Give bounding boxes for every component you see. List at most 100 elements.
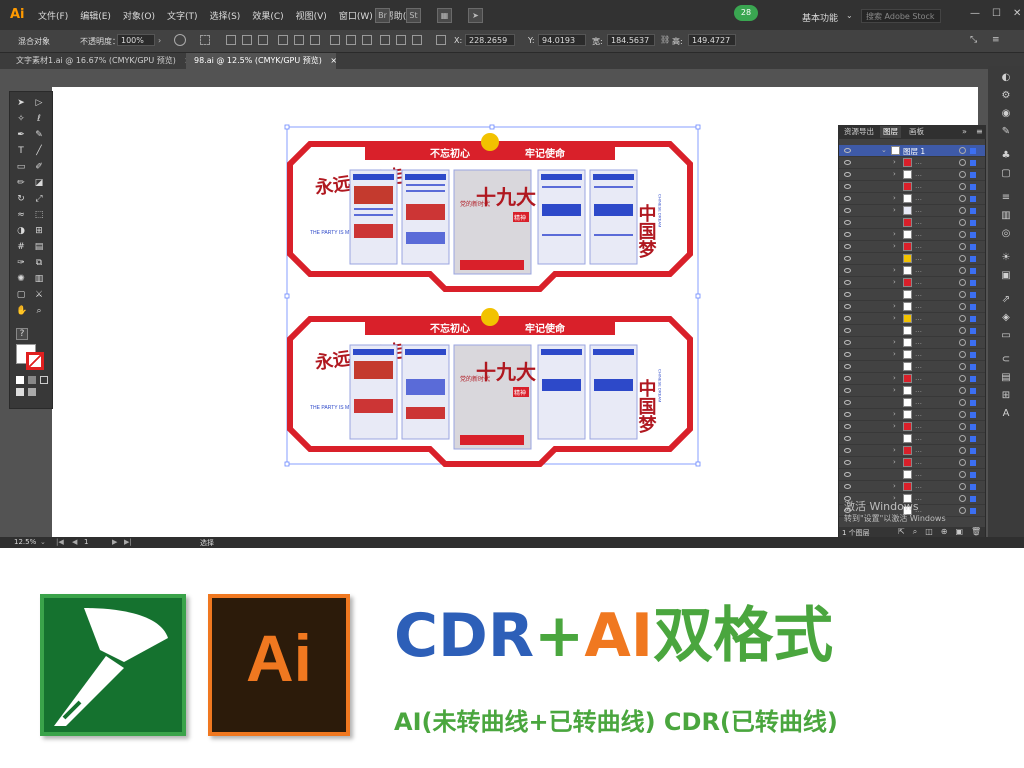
sublayer-row[interactable]: ›… <box>839 277 985 289</box>
layer-name-truncated[interactable]: … <box>915 206 922 214</box>
layer-name-truncated[interactable]: … <box>915 230 922 238</box>
target-icon[interactable] <box>959 147 966 154</box>
locate-object-icon[interactable]: ⌕ <box>913 527 917 537</box>
layer-name[interactable]: 图层 1 <box>903 146 925 157</box>
visibility-icon[interactable] <box>844 400 851 405</box>
selection-indicator[interactable] <box>970 304 976 310</box>
visibility-icon[interactable] <box>844 424 851 429</box>
visibility-icon[interactable] <box>844 472 851 477</box>
visibility-icon[interactable] <box>844 316 851 321</box>
layer-name-truncated[interactable]: … <box>915 158 922 166</box>
gpu-performance-icon[interactable]: ➤ <box>468 8 483 23</box>
pen-tool-icon[interactable]: ✒ <box>16 130 26 140</box>
expand-icon[interactable]: › <box>893 350 896 358</box>
selection-indicator[interactable] <box>970 292 976 298</box>
sublayer-row[interactable]: ›… <box>839 481 985 493</box>
constrain-proportions-icon[interactable]: ⛓ <box>660 35 670 44</box>
layer-name-truncated[interactable]: … <box>915 302 922 310</box>
stroke-icon[interactable]: ≡ <box>1000 192 1012 204</box>
layer-name-truncated[interactable]: … <box>915 326 922 334</box>
layer-name-truncated[interactable]: … <box>915 458 922 466</box>
visibility-icon[interactable] <box>844 172 851 177</box>
menu-object[interactable]: 对象(O) <box>123 9 155 22</box>
layer-name-truncated[interactable]: … <box>915 278 922 286</box>
eraser-tool-icon[interactable]: ◪ <box>34 178 44 188</box>
transform-panel-icon[interactable]: ⊞ <box>1000 390 1012 402</box>
selection-indicator[interactable] <box>970 376 976 382</box>
target-icon[interactable] <box>959 447 966 454</box>
zoom-tool-icon[interactable]: ⌕ <box>34 306 44 316</box>
direct-selection-tool-icon[interactable]: ▷ <box>34 98 44 108</box>
menu-type[interactable]: 文字(T) <box>167 9 198 22</box>
visibility-icon[interactable] <box>844 244 851 249</box>
selection-indicator[interactable] <box>970 220 976 226</box>
x-input[interactable]: 228.2659 <box>465 34 515 46</box>
target-icon[interactable] <box>959 327 966 334</box>
menu-view[interactable]: 视图(V) <box>296 9 327 22</box>
panel-collapse-icon[interactable]: » <box>962 127 967 136</box>
brushes-icon[interactable]: ✎ <box>1000 126 1012 138</box>
selection-indicator[interactable] <box>970 160 976 166</box>
links-icon[interactable]: ⊂ <box>1000 354 1012 366</box>
target-icon[interactable] <box>959 435 966 442</box>
rectangle-tool-icon[interactable]: ▭ <box>16 162 26 172</box>
selection-indicator[interactable] <box>970 280 976 286</box>
target-icon[interactable] <box>959 483 966 490</box>
expand-icon[interactable]: › <box>893 278 896 286</box>
expand-icon[interactable]: › <box>893 314 896 322</box>
distribute-top-icon[interactable] <box>330 35 340 45</box>
close-icon[interactable]: ✕ <box>1013 8 1021 19</box>
expand-icon[interactable]: › <box>893 170 896 178</box>
visibility-icon[interactable] <box>844 160 851 165</box>
curvature-tool-icon[interactable]: ✎ <box>34 130 44 140</box>
align-panel-icon[interactable]: ▤ <box>1000 372 1012 384</box>
visibility-icon[interactable] <box>844 256 851 261</box>
layer-name-truncated[interactable]: … <box>915 446 922 454</box>
artboard-tool-icon[interactable]: ▢ <box>16 290 26 300</box>
layer-name-truncated[interactable]: … <box>915 194 922 202</box>
menu-effect[interactable]: 效果(C) <box>252 9 283 22</box>
target-icon[interactable] <box>959 399 966 406</box>
menu-select[interactable]: 选择(S) <box>210 9 241 22</box>
visibility-icon[interactable] <box>844 340 851 345</box>
align-left-icon[interactable] <box>226 35 236 45</box>
layer-name-truncated[interactable]: … <box>915 266 922 274</box>
layer-name-truncated[interactable]: … <box>915 182 922 190</box>
visibility-icon[interactable] <box>844 364 851 369</box>
pathfinder-icon[interactable]: ▣ <box>1000 270 1012 282</box>
sublayer-row[interactable]: ›… <box>839 409 985 421</box>
magic-wand-tool-icon[interactable]: ✧ <box>16 114 26 124</box>
target-icon[interactable] <box>959 183 966 190</box>
sublayer-row[interactable]: ›… <box>839 385 985 397</box>
expand-icon[interactable]: › <box>893 386 896 394</box>
layer-name-truncated[interactable]: … <box>915 410 922 418</box>
layer-name-truncated[interactable]: … <box>915 398 922 406</box>
layer-name-truncated[interactable]: … <box>915 314 922 322</box>
selection-indicator[interactable] <box>970 184 976 190</box>
layer-name-truncated[interactable]: … <box>915 470 922 478</box>
sublayer-row[interactable]: ›… <box>839 157 985 169</box>
column-graph-tool-icon[interactable]: ▥ <box>34 274 44 284</box>
selection-indicator[interactable] <box>970 412 976 418</box>
target-icon[interactable] <box>959 471 966 478</box>
selection-indicator[interactable] <box>970 172 976 178</box>
target-icon[interactable] <box>959 243 966 250</box>
visibility-icon[interactable] <box>844 232 851 237</box>
visibility-icon[interactable] <box>844 448 851 453</box>
target-icon[interactable] <box>959 231 966 238</box>
target-icon[interactable] <box>959 255 966 262</box>
tab-asset-export[interactable]: 资源导出 <box>841 126 877 138</box>
wall-design-artwork[interactable]: 不忘初心 牢记使命 永远跟党走 THE PARTY IS MY HEART 十九… <box>280 124 715 469</box>
visibility-icon[interactable] <box>844 376 851 381</box>
draw-mode-icon[interactable] <box>16 388 24 396</box>
shaper-tool-icon[interactable]: ✏ <box>16 178 26 188</box>
target-icon[interactable] <box>959 459 966 466</box>
selection-indicator[interactable] <box>970 448 976 454</box>
color-mode-icon[interactable] <box>16 376 24 384</box>
sublayer-row[interactable]: ›… <box>839 349 985 361</box>
selection-indicator[interactable] <box>970 352 976 358</box>
visibility-icon[interactable] <box>844 220 851 225</box>
layer-name-truncated[interactable]: … <box>915 482 922 490</box>
delete-layer-icon[interactable]: 🗑 <box>971 527 981 537</box>
target-icon[interactable] <box>959 387 966 394</box>
